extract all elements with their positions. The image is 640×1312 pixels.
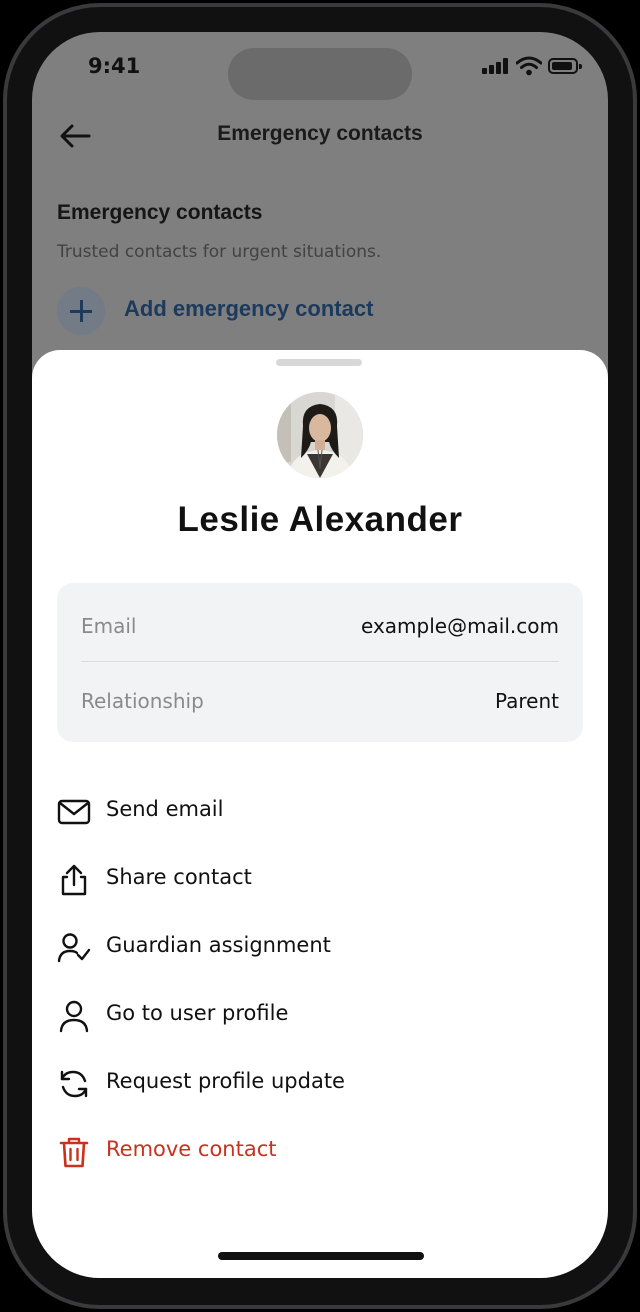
guardian-assignment-button[interactable]: Guardian assignment [57, 913, 583, 981]
status-bar: 9:41 [32, 32, 608, 104]
share-icon [61, 864, 87, 896]
contact-bottom-sheet: Leslie Alexander Email example@mail.com … [32, 350, 608, 1278]
action-label: Send email [106, 797, 224, 821]
action-label: Share contact [106, 865, 252, 889]
trash-icon [59, 1137, 89, 1168]
detail-row-email: Email example@mail.com [81, 587, 559, 660]
refresh-icon [60, 1070, 88, 1098]
add-emergency-contact-button[interactable]: Add emergency contact [57, 287, 437, 337]
mail-icon [57, 799, 91, 825]
detail-row-relationship: Relationship Parent [81, 662, 559, 735]
section-title: Emergency contacts [57, 201, 263, 224]
go-to-user-profile-button[interactable]: Go to user profile [57, 981, 583, 1049]
wifi-icon [516, 56, 542, 76]
avatar [277, 392, 363, 478]
contact-details-card: Email example@mail.com Relationship Pare… [57, 583, 583, 742]
user-icon [59, 1000, 89, 1033]
sheet-grabber[interactable] [276, 359, 362, 366]
plus-icon [57, 287, 105, 335]
action-label: Go to user profile [106, 1001, 289, 1025]
action-label: Guardian assignment [106, 933, 331, 957]
battery-icon [548, 58, 582, 74]
screen: 9:41 Emergency contacts Emergency contac… [32, 32, 608, 1278]
section-subtitle: Trusted contacts for urgent situations. [57, 242, 382, 262]
detail-value: example@mail.com [360, 614, 559, 638]
contact-name: Leslie Alexander [177, 500, 463, 539]
action-label: Request profile update [106, 1069, 345, 1093]
request-profile-update-button[interactable]: Request profile update [57, 1049, 583, 1117]
detail-value: Parent [494, 689, 559, 713]
detail-label: Email [81, 614, 137, 638]
dynamic-island [228, 48, 412, 100]
user-check-icon [57, 933, 91, 963]
status-time: 9:41 [88, 54, 141, 78]
send-email-button[interactable]: Send email [57, 777, 583, 845]
add-contact-label: Add emergency contact [124, 296, 374, 321]
signal-icon [482, 58, 510, 74]
emergency-contacts-section: Emergency contacts Trusted contacts for … [32, 170, 608, 370]
home-indicator[interactable] [218, 1252, 424, 1260]
avatar-portrait-image [277, 392, 363, 478]
detail-label: Relationship [81, 689, 204, 713]
remove-contact-button[interactable]: Remove contact [57, 1117, 583, 1185]
action-list: Send email Share contact Guardian assign… [57, 777, 583, 1185]
nav-header: Emergency contacts [32, 104, 608, 170]
share-contact-button[interactable]: Share contact [57, 845, 583, 913]
action-label: Remove contact [106, 1137, 277, 1161]
page-title: Emergency contacts [217, 122, 423, 145]
